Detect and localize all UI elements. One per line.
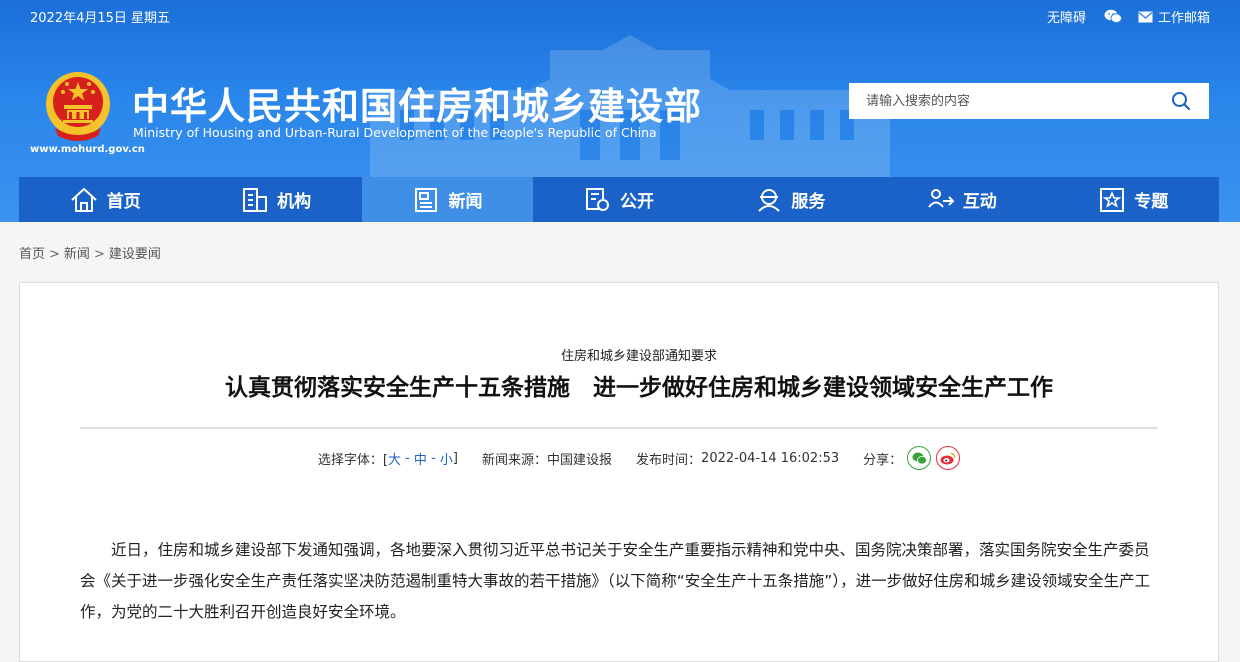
- article-title: 认真贯彻落实安全生产十五条措施 进一步做好住房和城乡建设领域安全生产工作: [225, 375, 1053, 401]
- source-value: 中国建设报: [547, 452, 613, 468]
- nav-item-org[interactable]: 机构: [190, 177, 361, 222]
- time-value: 2022-04-14 16:02:53: [701, 450, 840, 466]
- font-size-small[interactable]: 小: [440, 449, 453, 468]
- font-size-large[interactable]: 大: [388, 449, 401, 468]
- title-divider: [80, 427, 1158, 429]
- font-size-label: 选择字体：[: [317, 452, 388, 468]
- wechat-icon[interactable]: [1104, 9, 1122, 24]
- top-bar: 2022年4月15日 星期五 无障碍 工作邮箱: [0, 0, 1240, 32]
- site-url: www.mohurd.gov.cn: [30, 144, 145, 155]
- work-mail-link[interactable]: 工作邮箱: [1138, 7, 1210, 26]
- wechat-share-icon[interactable]: [907, 446, 932, 470]
- font-size-medium[interactable]: 中: [414, 449, 427, 468]
- home-icon: [71, 187, 97, 212]
- time-label: 发布时间：: [636, 452, 702, 468]
- nav-label: 专题: [1134, 192, 1169, 212]
- nav-label: 服务: [791, 192, 826, 212]
- breadcrumb-news[interactable]: 新闻: [64, 247, 90, 262]
- breadcrumb: 首页 > 新闻 > 建设要闻: [19, 243, 161, 262]
- news-source: 新闻来源： 中国建设报: [482, 449, 612, 468]
- font-size-selector: 选择字体：[ 大 - 中 - 小 ]: [318, 449, 458, 468]
- news-icon: [414, 187, 437, 212]
- article-meta: 选择字体：[ 大 - 中 - 小 ] 新闻来源： 中国建设报 发布时间： 202…: [20, 446, 1240, 470]
- nav-item-service[interactable]: 服务: [705, 177, 876, 222]
- nav-label: 机构: [277, 192, 312, 212]
- font-size-separator: -: [426, 450, 440, 466]
- site-header: 2022年4月15日 星期五 无障碍 工作邮箱 www.mohurd.gov.c…: [0, 0, 1240, 222]
- article-body: 近日，住房和城乡建设部下发通知强调，各地要深入贯彻习近平总书记关于安全生产重要指…: [80, 541, 1151, 621]
- breadcrumb-home[interactable]: 首页: [19, 247, 45, 262]
- breadcrumb-separator: >: [49, 247, 60, 262]
- site-title-cn: 中华人民共和国住房和城乡建设部: [132, 85, 702, 128]
- national-emblem: [46, 72, 110, 141]
- search-button[interactable]: [1153, 83, 1209, 119]
- weibo-share-icon[interactable]: [936, 446, 961, 470]
- nav-item-news[interactable]: 新闻: [361, 177, 534, 222]
- nav-item-home[interactable]: 首页: [19, 177, 190, 222]
- breadcrumb-current[interactable]: 建设要闻: [109, 247, 161, 262]
- document-icon: [585, 187, 609, 211]
- current-date: 2022年4月15日 星期五: [30, 11, 171, 26]
- search-box: [849, 83, 1209, 119]
- mail-icon: [1138, 11, 1153, 22]
- service-icon: [758, 188, 781, 212]
- nav-label: 新闻: [448, 192, 483, 212]
- share-label: 分享：: [863, 452, 903, 468]
- article-subtitle: 住房和城乡建设部通知要求: [560, 349, 717, 364]
- top-links: 无障碍 工作邮箱: [1033, 7, 1210, 26]
- site-title-en: Ministry of Housing and Urban-Rural Deve…: [133, 125, 657, 140]
- search-input[interactable]: [849, 83, 1153, 119]
- work-mail-label: 工作邮箱: [1157, 11, 1210, 26]
- nav-label: 首页: [106, 192, 141, 212]
- main-nav: 首页 机构 新闻 公开 服务 互动 专题: [19, 177, 1219, 222]
- share-group: 分享：: [863, 446, 961, 470]
- font-size-separator: -: [400, 450, 414, 466]
- font-size-close: ]: [452, 450, 458, 466]
- star-icon: [1100, 187, 1125, 212]
- nav-item-interact[interactable]: 互动: [876, 177, 1047, 222]
- publish-time: 发布时间： 2022-04-14 16:02:53: [636, 449, 839, 468]
- nav-item-public[interactable]: 公开: [533, 177, 704, 222]
- article-card: 住房和城乡建设部通知要求 认真贯彻落实安全生产十五条措施 进一步做好住房和城乡建…: [19, 282, 1219, 662]
- search-icon: [1172, 92, 1191, 111]
- nav-label: 公开: [619, 192, 654, 212]
- breadcrumb-separator: >: [93, 247, 105, 262]
- interact-icon: [928, 188, 955, 208]
- nav-label: 互动: [962, 192, 997, 212]
- building-icon: [243, 187, 268, 212]
- accessibility-link[interactable]: 无障碍: [1047, 7, 1086, 26]
- nav-item-topic[interactable]: 专题: [1048, 177, 1219, 222]
- source-label: 新闻来源：: [482, 452, 548, 468]
